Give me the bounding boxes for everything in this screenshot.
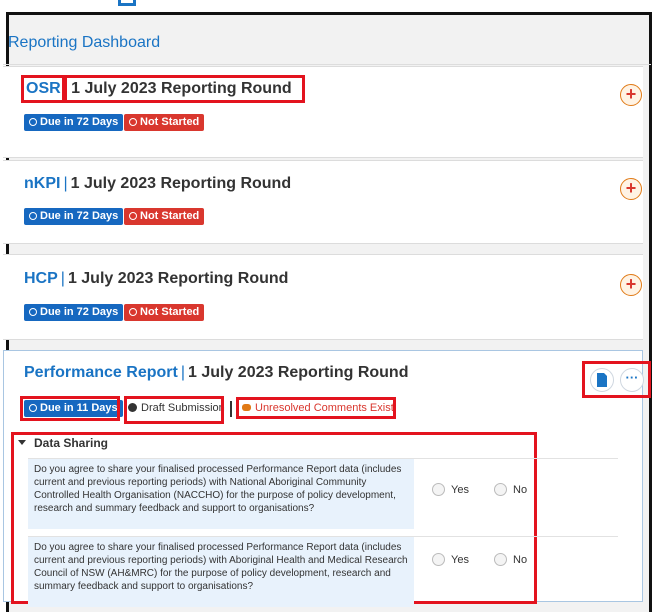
title-separator: | — [60, 270, 65, 287]
arrow-circle-icon — [129, 212, 137, 220]
panel-hcp-round: 1 July 2023 Reporting Round — [67, 270, 289, 287]
panel-nkpi-status-badge: Not Started — [124, 208, 205, 225]
panel-nkpi-round: 1 July 2023 Reporting Round — [70, 175, 292, 192]
question-text: Do you agree to share your finalised pro… — [28, 537, 414, 607]
panel-nkpi-add-button[interactable]: + — [620, 178, 642, 200]
document-icon — [597, 373, 607, 387]
arrow-circle-icon — [128, 403, 137, 412]
panel-performance-due-badge: Due in 11 Days — [24, 400, 123, 417]
panel-osr-due-badge: Due in 72 Days — [24, 114, 124, 131]
question-row-naccho: Do you agree to share your finalised pro… — [28, 458, 618, 529]
panel-hcp-due-badge: Due in 72 Days — [24, 304, 124, 321]
clock-icon — [29, 404, 37, 412]
title-divider — [3, 64, 651, 65]
plus-icon: + — [625, 274, 637, 294]
comment-icon — [242, 404, 251, 411]
panel-performance-title: Performance Report | 1 July 2023 Reporting… — [24, 364, 408, 382]
panel-performance-round: 1 July 2023 Reporting Round — [187, 364, 409, 381]
panel-hcp-add-button[interactable]: + — [620, 274, 642, 296]
panel-performance-status-badge: Draft Submission — [128, 402, 225, 414]
arrow-circle-icon — [129, 118, 137, 126]
arrow-circle-icon — [129, 308, 137, 316]
title-separator: | — [180, 364, 185, 381]
panel-nkpi-title: nKPI | 1 July 2023 Reporting Round — [24, 175, 291, 193]
panel-nkpi-acronym[interactable]: nKPI — [24, 175, 60, 192]
radio-no[interactable]: No — [494, 553, 527, 566]
page-title: Reporting Dashboard — [8, 34, 161, 51]
badge-separator — [230, 401, 232, 417]
title-separator: | — [63, 175, 68, 192]
clock-icon — [29, 308, 37, 316]
panel-osr-status-badge: Not Started — [124, 114, 205, 131]
radio-no[interactable]: No — [494, 483, 527, 496]
panel-osr-acronym[interactable]: OSR — [26, 80, 61, 97]
panel-osr-round: 1 July 2023 Reporting Round — [71, 80, 292, 97]
panel-hcp — [3, 254, 643, 340]
document-button[interactable] — [590, 368, 614, 392]
clock-icon — [29, 118, 37, 126]
radio-yes[interactable]: Yes — [432, 553, 469, 566]
panel-nkpi-due-badge: Due in 72 Days — [24, 208, 124, 225]
clock-icon — [29, 212, 37, 220]
radio-circle — [432, 483, 445, 496]
question-row-ahmrc: Do you agree to share your finalised pro… — [28, 536, 618, 607]
plus-icon: + — [625, 178, 637, 198]
caret-down-icon — [18, 440, 26, 445]
panel-hcp-status-badge: Not Started — [124, 304, 205, 321]
panel-osr-add-button[interactable]: + — [620, 84, 642, 106]
question-text: Do you agree to share your finalised pro… — [28, 459, 414, 529]
panel-hcp-acronym[interactable]: HCP — [24, 270, 58, 287]
section-data-sharing-toggle[interactable]: Data Sharing — [18, 436, 108, 450]
panel-hcp-title: HCP | 1 July 2023 Reporting Round — [24, 270, 288, 288]
panel-nkpi — [3, 160, 643, 244]
radio-circle — [494, 553, 507, 566]
panel-performance-comments-badge[interactable]: Unresolved Comments Exist — [242, 402, 394, 414]
top-blip — [118, 0, 136, 6]
plus-icon: + — [625, 84, 637, 104]
radio-circle — [432, 553, 445, 566]
more-options-button[interactable]: ··· — [620, 368, 644, 392]
radio-yes[interactable]: Yes — [432, 483, 469, 496]
panel-osr-title: OSR 1 July 2023 Reporting Round — [26, 80, 292, 98]
top-strip — [0, 0, 654, 12]
panel-performance-acronym[interactable]: Performance Report — [24, 364, 178, 381]
radio-circle — [494, 483, 507, 496]
ellipsis-icon: ··· — [625, 370, 639, 385]
